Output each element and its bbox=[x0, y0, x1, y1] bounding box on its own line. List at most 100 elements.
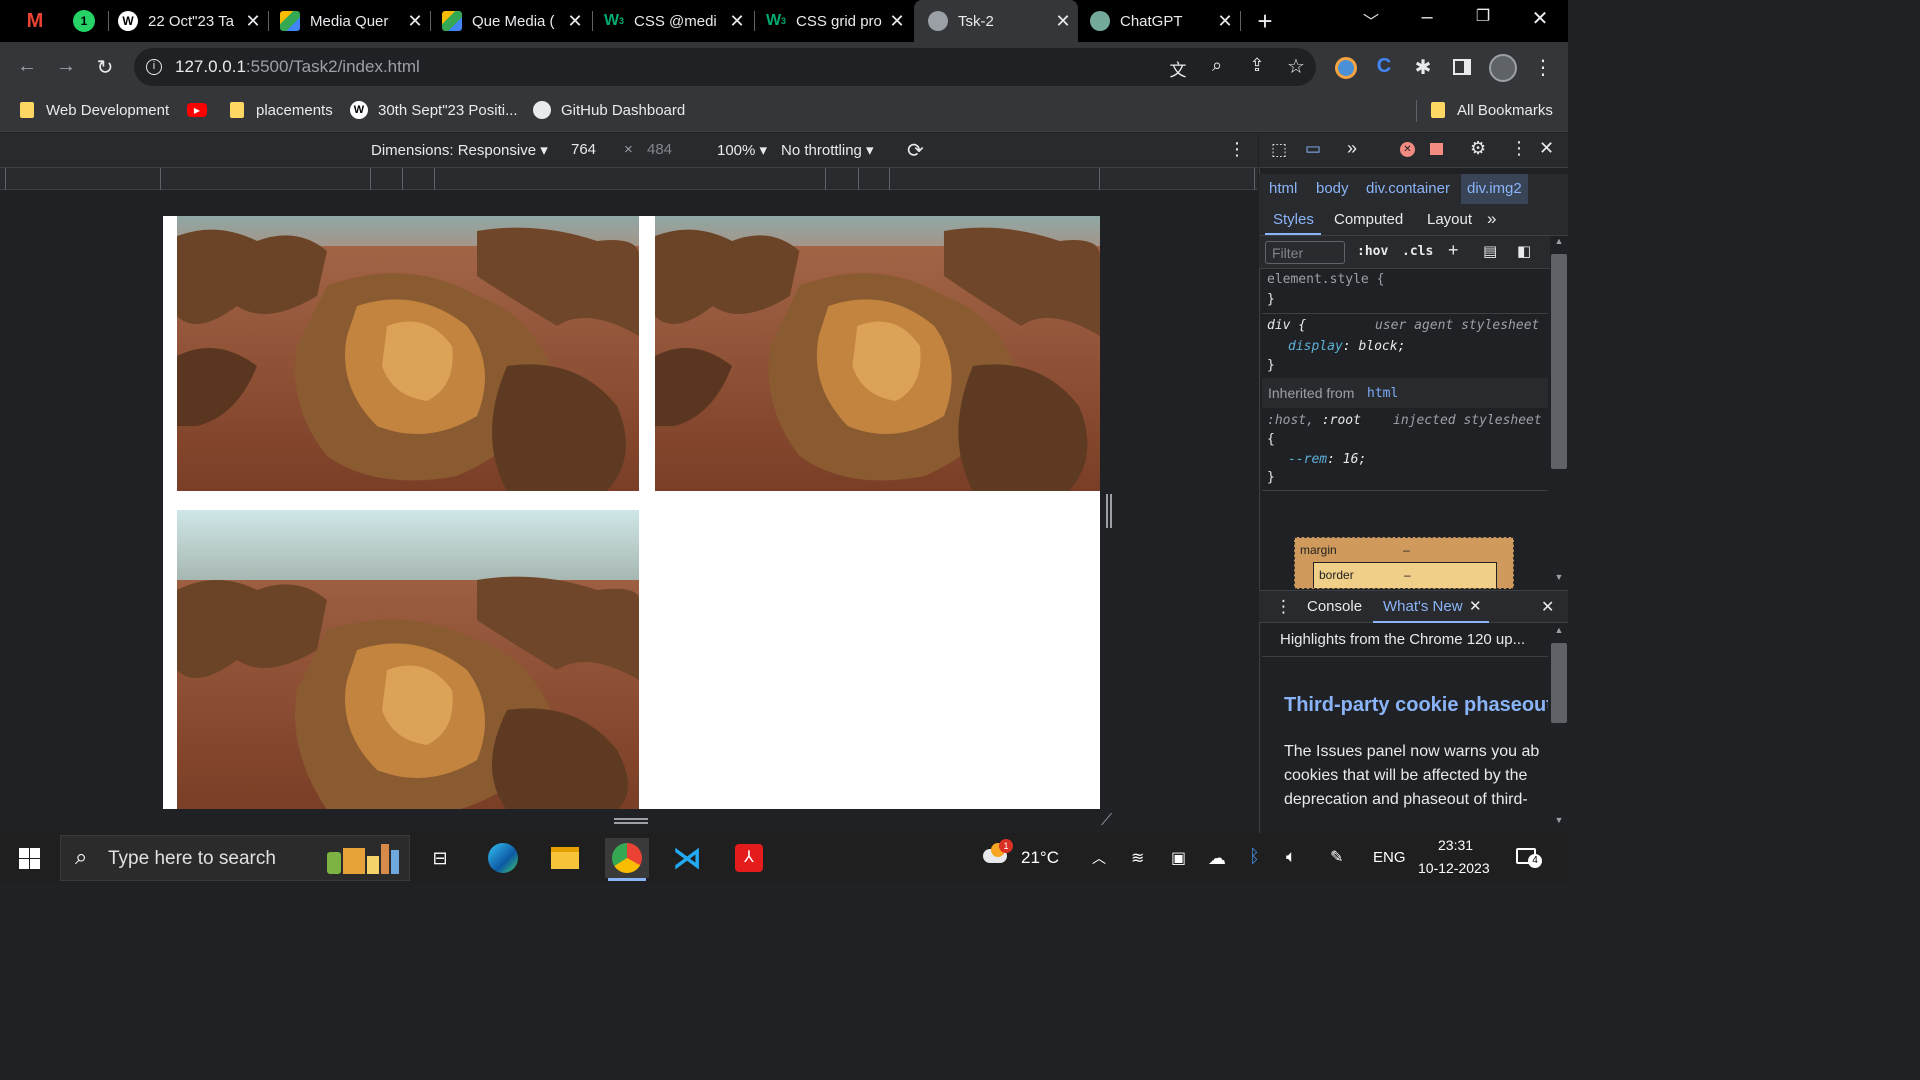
breadcrumb-html[interactable]: html bbox=[1269, 180, 1297, 197]
drawer-tab-console[interactable]: Console bbox=[1307, 598, 1362, 615]
edge-icon[interactable] bbox=[481, 838, 525, 878]
drawer-tab-whats-new[interactable]: What's New bbox=[1383, 598, 1463, 615]
volume-icon[interactable]: 🔈︎ bbox=[1286, 847, 1296, 867]
settings-gear-icon[interactable]: ⚙ bbox=[1470, 138, 1486, 159]
close-icon[interactable]: ✕ bbox=[888, 11, 906, 32]
close-icon[interactable]: ✕ bbox=[728, 11, 746, 32]
extension-c-icon[interactable]: C bbox=[1369, 55, 1399, 78]
bookmark-github-dashboard[interactable]: GitHub Dashboard bbox=[533, 92, 685, 128]
window-close-icon[interactable]: ✕ bbox=[1525, 6, 1555, 31]
inherited-from-link[interactable]: html bbox=[1367, 386, 1398, 401]
wifi-icon[interactable]: ≋ bbox=[1131, 848, 1144, 868]
chrome-icon[interactable] bbox=[605, 838, 649, 878]
back-icon[interactable]: ← bbox=[12, 55, 42, 78]
breadcrumb-body[interactable]: body bbox=[1316, 180, 1349, 197]
more-panes-icon[interactable]: » bbox=[1487, 209, 1496, 229]
bookmark-all-bookmarks[interactable]: All Bookmarks bbox=[1431, 92, 1553, 128]
pen-icon[interactable]: ✎ bbox=[1330, 847, 1343, 867]
extension-icon[interactable] bbox=[1335, 57, 1357, 79]
inspect-element-icon[interactable]: ⬚ bbox=[1271, 140, 1287, 160]
onedrive-icon[interactable]: ☁ bbox=[1208, 848, 1226, 869]
restore-icon[interactable]: ❐ bbox=[1468, 6, 1498, 26]
menu-icon[interactable]: ⋮ bbox=[1528, 55, 1558, 80]
translate-icon[interactable]: 文 bbox=[1163, 56, 1193, 81]
bookmark-youtube[interactable]: ▶ bbox=[187, 92, 207, 128]
styles-scrollbar[interactable]: ▲ ▼ bbox=[1550, 236, 1568, 588]
tab-tsk-2[interactable]: Tsk-2 ✕ bbox=[914, 0, 1078, 42]
bluetooth-icon[interactable]: ᛒ bbox=[1249, 846, 1260, 867]
drawer-scrollbar[interactable]: ▲ ▼ bbox=[1550, 623, 1568, 831]
url-text[interactable]: 127.0.0.1:5500/Task2/index.html bbox=[175, 57, 420, 77]
share-icon[interactable]: ⇪ bbox=[1242, 55, 1272, 76]
paint-brush-icon[interactable]: ▤ bbox=[1483, 242, 1497, 260]
notification-icon[interactable]: 4 bbox=[1516, 846, 1542, 870]
tab-que-media[interactable]: Que Media ( ✕ bbox=[442, 0, 590, 42]
more-tabs-icon[interactable]: » bbox=[1347, 138, 1357, 159]
forward-icon[interactable]: → bbox=[51, 55, 81, 78]
vscode-icon[interactable]: ⋊ bbox=[665, 838, 709, 878]
tab-chatgpt[interactable]: ChatGPT ✕ bbox=[1090, 0, 1240, 42]
box-model-border[interactable]: border – bbox=[1313, 562, 1497, 588]
avatar[interactable] bbox=[1489, 54, 1517, 82]
clock-time[interactable]: 23:31 bbox=[1438, 837, 1473, 853]
tab-search-chevron-icon[interactable]: ﹀ bbox=[1356, 8, 1386, 32]
weather-icon[interactable]: 1 bbox=[983, 839, 1013, 865]
extensions-puzzle-icon[interactable]: ✱ bbox=[1408, 55, 1438, 80]
resize-corner-icon[interactable]: ⟋ bbox=[1101, 812, 1112, 830]
device-menu-icon[interactable]: ⋮ bbox=[1228, 139, 1246, 160]
issue-icon[interactable] bbox=[1430, 143, 1443, 155]
tray-expand-icon[interactable]: ︿ bbox=[1092, 848, 1106, 868]
zoom-icon[interactable]: ⌕ bbox=[1202, 55, 1232, 76]
taskbar-search[interactable]: ⌕ Type here to search bbox=[60, 835, 410, 881]
rotate-icon[interactable]: ⟳ bbox=[907, 138, 924, 163]
tab-css-grid[interactable]: W3 CSS grid pro ✕ bbox=[766, 0, 912, 42]
close-icon[interactable]: ✕ bbox=[566, 11, 584, 32]
task-view-icon[interactable]: ⊟ bbox=[418, 838, 462, 878]
bookmark-30th-sept[interactable]: W 30th Sept"23 Positi... bbox=[350, 92, 518, 128]
weather-temp[interactable]: 21°C bbox=[1021, 848, 1059, 868]
box-model-margin[interactable]: margin – border – bbox=[1294, 537, 1514, 589]
drawer-close-icon[interactable]: ✕ bbox=[1541, 597, 1554, 617]
meet-icon[interactable]: ▣ bbox=[1171, 848, 1186, 868]
new-tab-icon[interactable]: + bbox=[1250, 6, 1280, 37]
tab-whatsapp[interactable]: 1 bbox=[64, 0, 104, 42]
close-icon[interactable]: ✕ bbox=[1054, 11, 1072, 32]
bookmark-placements[interactable]: placements bbox=[230, 92, 333, 128]
breadcrumb-img2[interactable]: div.img2 bbox=[1461, 174, 1528, 204]
height-input[interactable]: 484 bbox=[647, 141, 672, 158]
devtools-menu-icon[interactable]: ⋮ bbox=[1510, 138, 1528, 159]
file-explorer-icon[interactable] bbox=[543, 838, 587, 878]
clock-date[interactable]: 10-12-2023 bbox=[1418, 860, 1490, 876]
windows-start-icon[interactable] bbox=[19, 848, 40, 869]
tab-layout[interactable]: Layout bbox=[1427, 211, 1472, 228]
throttling-dropdown[interactable]: No throttling ▾ bbox=[781, 141, 874, 159]
site-info-icon[interactable]: i bbox=[146, 59, 162, 75]
tab-gmail[interactable]: M bbox=[14, 0, 56, 42]
zoom-dropdown[interactable]: 100% ▾ bbox=[717, 141, 767, 159]
tab-media-queries[interactable]: Media Quer ✕ bbox=[280, 0, 430, 42]
bookmark-star-icon[interactable]: ☆ bbox=[1281, 54, 1311, 79]
drawer-menu-icon[interactable]: ⋮ bbox=[1275, 597, 1292, 617]
device-toggle-icon[interactable]: ▭ bbox=[1305, 139, 1321, 159]
acrobat-icon[interactable]: ⅄ bbox=[727, 838, 771, 878]
reload-icon[interactable]: ↻ bbox=[90, 55, 120, 80]
whats-new-highlights[interactable]: Highlights from the Chrome 120 up... bbox=[1280, 631, 1525, 648]
cls-toggle[interactable]: .cls bbox=[1402, 244, 1433, 259]
media-query-ruler[interactable] bbox=[0, 168, 1258, 190]
dimensions-dropdown[interactable]: Dimensions: Responsive ▾ bbox=[371, 141, 548, 159]
sidebar-toggle-icon[interactable]: ◧ bbox=[1517, 242, 1531, 260]
language-indicator[interactable]: ENG bbox=[1373, 849, 1406, 866]
breadcrumb-container[interactable]: div.container bbox=[1366, 180, 1450, 197]
new-rule-icon[interactable]: + bbox=[1448, 240, 1459, 261]
side-panel-icon[interactable] bbox=[1453, 59, 1471, 75]
close-icon[interactable]: ✕ bbox=[1216, 11, 1234, 32]
devtools-close-icon[interactable]: ✕ bbox=[1539, 138, 1554, 159]
tab-computed[interactable]: Computed bbox=[1334, 211, 1403, 228]
resize-handle-right[interactable] bbox=[1106, 494, 1112, 528]
tab-22-oct[interactable]: W 22 Oct"23 Ta ✕ bbox=[118, 0, 268, 42]
close-icon[interactable]: ✕ bbox=[244, 11, 262, 32]
hov-toggle[interactable]: :hov bbox=[1357, 244, 1388, 259]
minimize-icon[interactable]: – bbox=[1412, 6, 1442, 29]
error-icon[interactable]: ✕ bbox=[1400, 142, 1415, 157]
bookmark-web-development[interactable]: Web Development bbox=[20, 92, 169, 128]
